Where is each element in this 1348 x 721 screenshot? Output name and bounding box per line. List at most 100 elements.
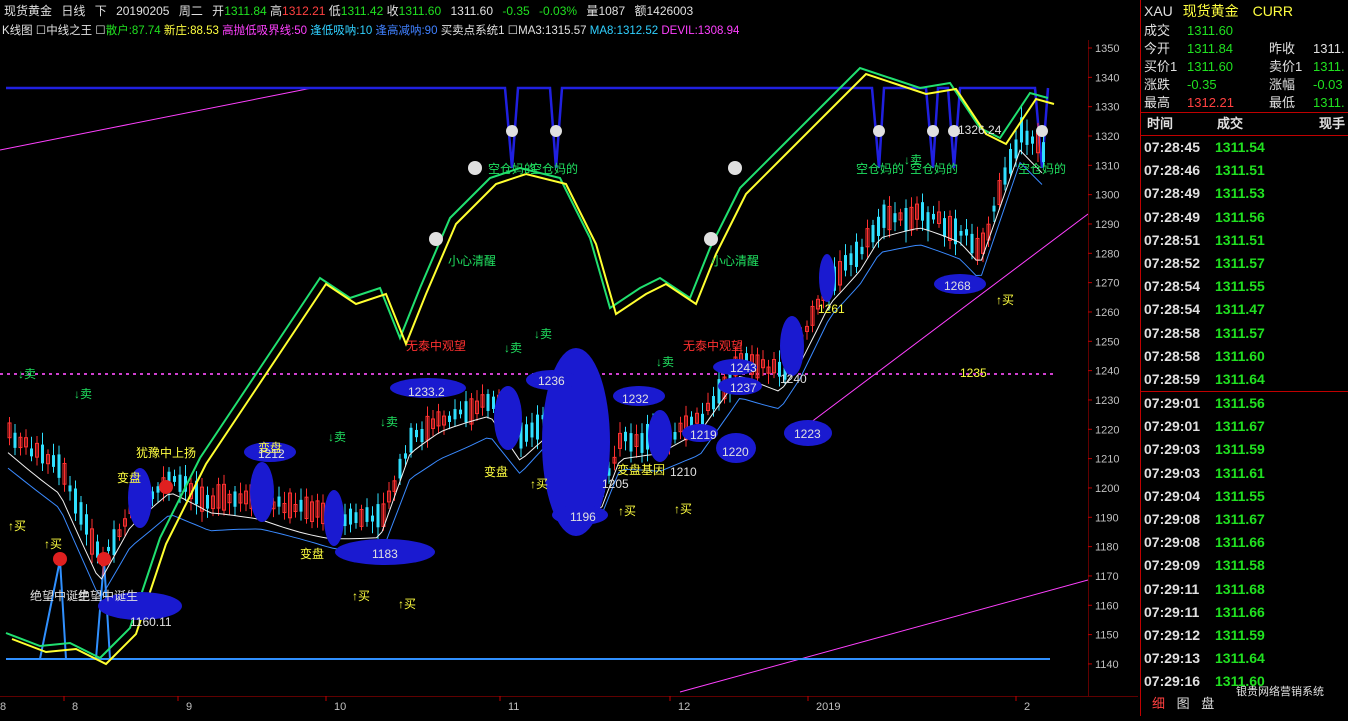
tick-row[interactable]: 07:29:09 1311.58 bbox=[1141, 554, 1348, 577]
tick-row[interactable]: 07:29:08 1311.66 bbox=[1141, 531, 1348, 554]
tab-book[interactable]: 盘 bbox=[1197, 693, 1218, 712]
tick-row[interactable]: 07:28:49 1311.56 bbox=[1141, 206, 1348, 229]
indicator-fengdi: 逢低吸呐:10 bbox=[310, 25, 373, 37]
tick-row[interactable]: 07:29:11 1311.66 bbox=[1141, 601, 1348, 624]
tick-row[interactable]: 07:29:03 1311.59 bbox=[1141, 438, 1348, 461]
col-price[interactable]: 成交 bbox=[1217, 113, 1243, 135]
checkbox-icon[interactable]: ☐ bbox=[508, 25, 518, 37]
panel-code: XAU bbox=[1144, 3, 1173, 19]
tick-time: 07:28:49 bbox=[1144, 185, 1201, 202]
tick-row[interactable]: 07:29:04 1311.55 bbox=[1141, 485, 1348, 508]
sell-signal: ↓卖 bbox=[328, 430, 346, 444]
y-tick-label: 1190 bbox=[1095, 512, 1119, 524]
tick-row[interactable]: 07:28:52 1311.57 bbox=[1141, 252, 1348, 275]
tick-row[interactable]: 07:29:01 1311.56 bbox=[1141, 391, 1348, 415]
annotation-kongdan: 空仓妈的 bbox=[1018, 161, 1066, 176]
tick-time: 07:28:58 bbox=[1144, 347, 1201, 364]
indicator-legend: K线图 ☐中线之王 ☐散户:87.74 新庄:88.53 高抛低吸界线:50 逢… bbox=[0, 22, 1138, 40]
tick-row[interactable]: 07:29:12 1311.59 bbox=[1141, 624, 1348, 647]
checkbox-icon[interactable]: ☐ bbox=[95, 25, 105, 37]
tick-price: 1311.54 bbox=[1215, 139, 1265, 155]
kline-chart[interactable]: ↑买 ↑买 ↑买 ↑买 ↑买 ↑买 ↑买 ↑买 ↓卖 ↓卖 ↓卖 ↓卖 ↓卖 ↓… bbox=[0, 40, 1088, 696]
col-volume[interactable]: 现手 bbox=[1319, 113, 1345, 135]
quote-label: 涨幅 bbox=[1269, 77, 1296, 92]
tick-row[interactable]: 07:28:51 1311.51 bbox=[1141, 229, 1348, 252]
price-label: 1212 bbox=[258, 447, 285, 461]
tick-row[interactable]: 07:29:13 1311.64 bbox=[1141, 647, 1348, 670]
indicator-sanhu: 散户:87.74 bbox=[105, 25, 161, 37]
y-tick-label: 1250 bbox=[1095, 336, 1119, 348]
annotation-bianpan-base: 变盘基因 bbox=[617, 462, 665, 477]
tick-time: 07:28:51 bbox=[1144, 231, 1201, 248]
watermark-text: 银贵网络营销系统 bbox=[1236, 686, 1324, 698]
tick-row[interactable]: 07:28:58 1311.57 bbox=[1141, 322, 1348, 345]
tick-row[interactable]: 07:28:49 1311.53 bbox=[1141, 182, 1348, 205]
volume-value: 1087 bbox=[598, 4, 626, 18]
price-label: 1261 bbox=[818, 302, 845, 316]
tick-list[interactable]: 07:28:45 1311.54 07:28:46 1311.51 07:28:49 13… bbox=[1141, 136, 1348, 694]
y-tick-label: 1170 bbox=[1095, 571, 1119, 583]
tick-row[interactable]: 07:29:11 1311.68 bbox=[1141, 578, 1348, 601]
panel-title: XAU 现货黄金 CURR bbox=[1141, 0, 1348, 22]
quote-value: -0.03 bbox=[1313, 77, 1343, 92]
quote-row: 涨跌 -0.35 涨幅 -0.03 bbox=[1141, 76, 1348, 94]
indicator-devil: DEVIL:1308.94 bbox=[661, 25, 740, 37]
tick-price: 1311.53 bbox=[1215, 185, 1265, 202]
low-label: 低 bbox=[328, 4, 341, 18]
tick-price: 1311.67 bbox=[1215, 511, 1265, 527]
quote-label: 买价1 bbox=[1144, 59, 1178, 74]
tick-row[interactable]: 07:28:54 1311.55 bbox=[1141, 275, 1348, 298]
annotation-wutai: 无泰中观望 bbox=[406, 338, 466, 353]
annotation-xiaoxin: 小心清醒 bbox=[448, 254, 496, 268]
tick-row[interactable]: 07:29:08 1311.67 bbox=[1141, 508, 1348, 531]
buy-signal: ↑买 bbox=[618, 504, 636, 518]
quote-label: 成交 bbox=[1144, 23, 1171, 38]
sell-signal: ↓卖 bbox=[18, 367, 36, 381]
zone-ellipse bbox=[494, 386, 522, 450]
zone-ellipse bbox=[250, 462, 274, 522]
zone-ellipse bbox=[819, 254, 835, 302]
tick-price: 1311.64 bbox=[1215, 650, 1265, 667]
tick-time: 07:29:01 bbox=[1144, 418, 1201, 435]
system-name[interactable]: 中线之王 bbox=[46, 25, 92, 37]
quote-header: 现货黄金 日线 下 20190205 周二 开1311.84 高1312.21 … bbox=[0, 0, 1138, 22]
tick-price: 1311.66 bbox=[1215, 603, 1265, 620]
indicator-maimai[interactable]: 买卖点系统1 bbox=[441, 25, 505, 37]
tick-row[interactable]: 07:29:03 1311.61 bbox=[1141, 462, 1348, 485]
price-axis: 1350 1340 1330 1320 1310 1300 1290 1280 1270 1260… bbox=[1087, 40, 1138, 696]
kline-label[interactable]: K线图 bbox=[2, 25, 33, 37]
annotation-kongdan: 空仓妈的 bbox=[910, 161, 958, 176]
checkbox-icon[interactable]: ☐ bbox=[36, 25, 46, 37]
price-label: 1268 bbox=[944, 279, 971, 293]
tick-row[interactable]: 07:28:54 1311.47 bbox=[1141, 298, 1348, 321]
tick-row[interactable]: 07:29:01 1311.67 bbox=[1141, 415, 1348, 438]
tick-time: 07:28:58 bbox=[1144, 324, 1201, 341]
annotation-biandan: 变盘 bbox=[117, 470, 141, 485]
buy-signal: ↑买 bbox=[398, 597, 416, 611]
y-tick-label: 1240 bbox=[1095, 366, 1119, 378]
tab-detail[interactable]: 细 bbox=[1148, 693, 1169, 712]
tick-row[interactable]: 07:28:59 1311.64 bbox=[1141, 368, 1348, 391]
sell-signal: ↓卖 bbox=[380, 415, 398, 429]
annotation-kongdan: 空仓妈的 bbox=[856, 161, 904, 176]
zone-ellipse bbox=[780, 316, 804, 376]
annotation-biandan: 变盘 bbox=[484, 464, 508, 479]
tab-chart[interactable]: 图 bbox=[1173, 693, 1194, 712]
instrument-name: 现货黄金 bbox=[4, 4, 53, 18]
tick-price: 1311.56 bbox=[1215, 395, 1265, 412]
indicator-ma8: MA8:1312.52 bbox=[589, 25, 659, 37]
quote-value: 1312.21 bbox=[1187, 95, 1234, 110]
y-tick-label: 1340 bbox=[1095, 72, 1119, 84]
period-label[interactable]: 日线 bbox=[61, 4, 85, 18]
tick-row[interactable]: 07:28:46 1311.51 bbox=[1141, 159, 1348, 182]
tick-price: 1311.57 bbox=[1215, 254, 1265, 271]
y-tick-label: 1230 bbox=[1095, 395, 1119, 407]
tick-time: 07:29:03 bbox=[1144, 441, 1201, 458]
panel-name: 现货黄金 bbox=[1182, 3, 1239, 19]
tick-row[interactable]: 07:28:45 1311.54 bbox=[1141, 136, 1348, 159]
annotation-youyu: 犹豫中上扬 bbox=[136, 445, 196, 460]
col-time[interactable]: 时间 bbox=[1147, 113, 1173, 135]
tick-time: 07:28:54 bbox=[1144, 278, 1201, 295]
quote-value: 1311. bbox=[1313, 59, 1345, 74]
tick-row[interactable]: 07:28:58 1311.60 bbox=[1141, 345, 1348, 368]
